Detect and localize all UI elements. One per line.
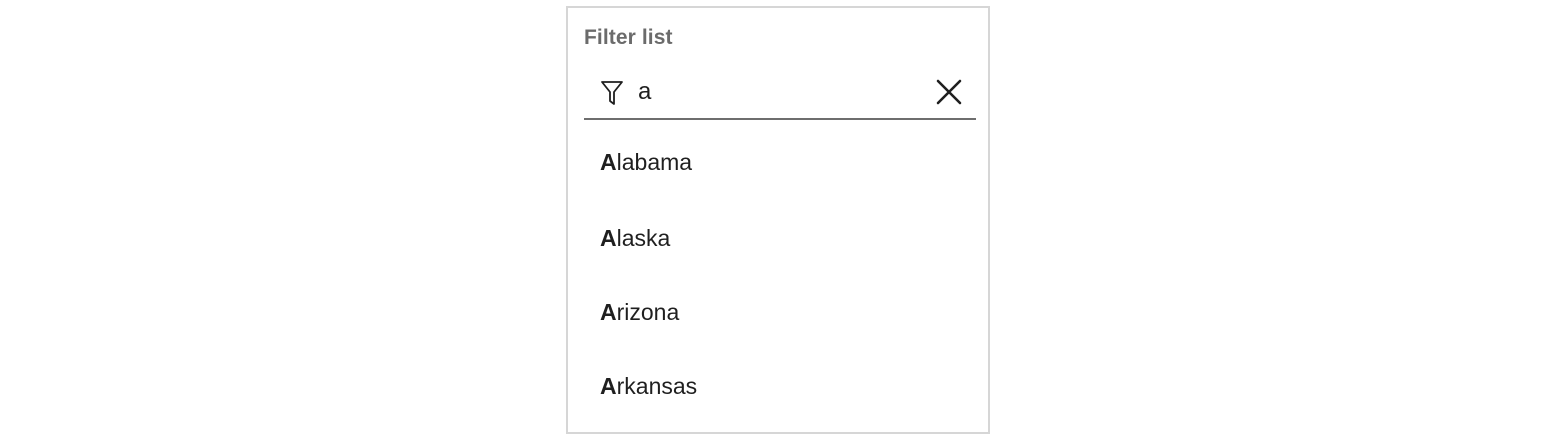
filter-input[interactable] — [638, 76, 928, 108]
filter-icon — [600, 79, 624, 107]
list-item-text: rizona — [616, 299, 680, 325]
filtered-results-list: Alabama Alaska Arizona Arkansas — [568, 128, 988, 424]
filter-list-panel: Filter list Alabama Alaska Arizona Arkan… — [566, 6, 990, 434]
close-icon — [934, 79, 964, 110]
clear-filter-button[interactable] — [934, 77, 964, 107]
list-item-text: labama — [616, 149, 693, 175]
filter-field[interactable] — [584, 66, 976, 120]
match-highlight: A — [600, 299, 617, 325]
match-highlight: A — [600, 225, 617, 251]
list-item-text: rkansas — [616, 373, 698, 399]
list-item[interactable]: Arkansas — [568, 350, 988, 424]
list-item[interactable]: Arizona — [568, 276, 988, 350]
list-item[interactable]: Alaska — [568, 202, 988, 276]
match-highlight: A — [600, 149, 617, 175]
list-item[interactable]: Alabama — [568, 128, 988, 202]
list-item-text: laska — [616, 225, 671, 251]
filter-list-label: Filter list — [584, 26, 673, 49]
match-highlight: A — [600, 373, 617, 399]
